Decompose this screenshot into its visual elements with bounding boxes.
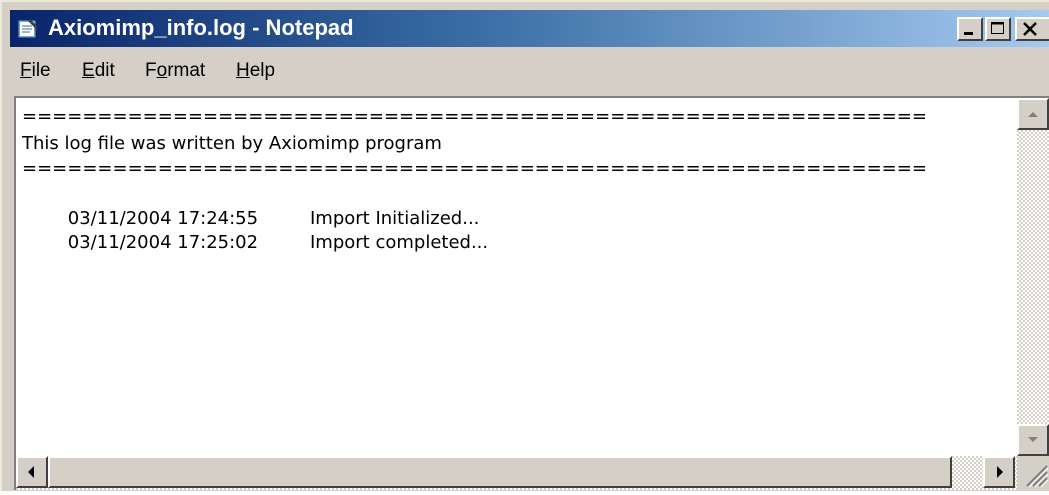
minimize-icon (964, 32, 973, 35)
menu-edit[interactable]: Edit (82, 60, 115, 82)
window-title: Axiomimp_info.log - Notepad (48, 15, 354, 40)
log-timestamp: 03/11/2004 17:25:02 (67, 232, 259, 253)
notepad-window: Axiomimp_info.log - Notepad File Edit Fo… (0, 0, 1049, 491)
log-header-text: This log file was written by Axiomimp pr… (22, 133, 442, 154)
arrow-down-icon (1028, 437, 1038, 442)
horizontal-scroll-thumb[interactable] (48, 456, 952, 488)
minimize-button[interactable] (957, 17, 983, 41)
arrow-up-icon (1028, 112, 1038, 117)
separator-line: ========================================… (22, 106, 927, 127)
size-grip[interactable] (1017, 456, 1049, 490)
resize-grip-icon (1026, 465, 1049, 488)
scroll-down-button[interactable] (1017, 424, 1049, 456)
separator-line: ========================================… (22, 158, 927, 179)
log-message: Import completed... (310, 232, 489, 253)
title-bar[interactable]: Axiomimp_info.log - Notepad (10, 10, 1049, 47)
scroll-right-button[interactable] (983, 456, 1015, 488)
menu-format[interactable]: Format (145, 60, 205, 82)
close-button[interactable] (1015, 17, 1049, 41)
log-entry-row: 03/11/2004 17:25:02 Import completed... (22, 210, 722, 276)
maximize-icon (991, 22, 1004, 34)
text-editor[interactable]: ========================================… (18, 100, 1015, 452)
editor-frame: ========================================… (14, 96, 1049, 490)
arrow-left-icon (28, 466, 34, 478)
notepad-icon[interactable] (14, 17, 40, 41)
scroll-left-button[interactable] (16, 456, 48, 488)
maximize-button[interactable] (985, 17, 1011, 41)
menu-bar: File Edit Format Help (10, 50, 1049, 90)
menu-help[interactable]: Help (236, 60, 275, 82)
scroll-up-button[interactable] (1017, 98, 1049, 130)
menu-file[interactable]: File (20, 60, 51, 82)
vertical-scrollbar[interactable] (1017, 98, 1049, 458)
horizontal-scrollbar[interactable] (16, 456, 1017, 490)
arrow-right-icon (997, 466, 1003, 478)
close-icon (1023, 22, 1037, 36)
